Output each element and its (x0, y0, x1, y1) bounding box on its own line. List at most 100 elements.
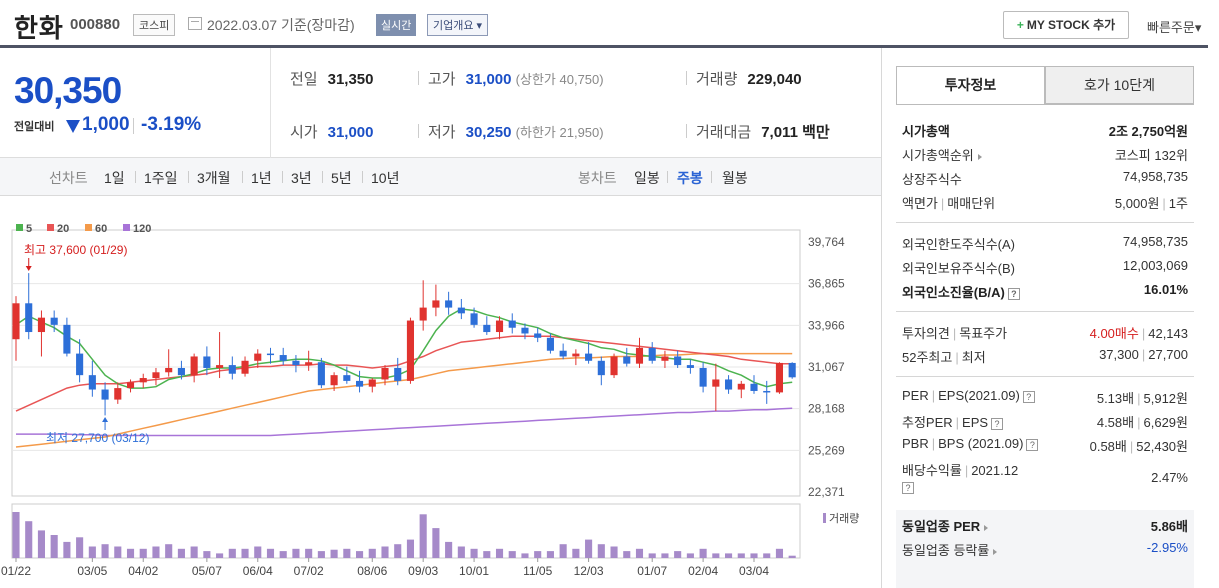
dividend-label: 배당수익률 | 2021.12 (902, 460, 1018, 479)
industry-per-row[interactable]: 동일업종 PER 5.86배 (902, 516, 1188, 538)
candle-body (432, 300, 440, 308)
period-5y[interactable]: 5년 (331, 168, 352, 188)
candle-body (483, 324, 491, 333)
legend-swatch (16, 224, 23, 231)
dividend-row: 배당수익률 | 2021.12 ? 2.47% (902, 460, 1188, 500)
opinion-value-2: 42,143 (1148, 326, 1188, 341)
par-value-1: 5,000원 (1114, 196, 1160, 211)
quick-order-dropdown[interactable]: 빠른주문▾ (1147, 17, 1201, 36)
mystock-add-button[interactable]: + MY STOCK 추가 (1003, 11, 1129, 39)
price-change: 1,000 (82, 114, 130, 135)
divider (242, 171, 243, 183)
per-value: 5.13배 | 5,912원 (1097, 388, 1188, 407)
volume-bar (228, 548, 236, 558)
candle-body (470, 313, 478, 325)
volume-bar (648, 553, 656, 558)
help-icon[interactable]: ? (1022, 390, 1035, 403)
volume-bar (76, 537, 84, 558)
candle-chart-label: 봉차트 (578, 170, 617, 186)
volume-bar (12, 512, 20, 558)
period-1y[interactable]: 1년 (251, 168, 272, 188)
x-tick-label: 03/04 (739, 564, 769, 578)
per-label-1: PER (902, 388, 929, 403)
legend-swatch (123, 224, 130, 231)
separator: | (931, 388, 936, 403)
help-icon[interactable]: ? (1007, 287, 1020, 300)
candle-body (330, 375, 338, 386)
industry-per-label-text: 동일업종 PER (902, 519, 981, 534)
tab-invest-info[interactable]: 투자정보 (896, 66, 1045, 104)
volume-bar (661, 553, 669, 558)
tab-orderbook[interactable]: 호가 10단계 (1045, 66, 1194, 104)
opinion-row: 투자의견 | 목표주가 4.00매수 | 42,143 (902, 323, 1188, 345)
legend-label: 5 (26, 223, 32, 235)
volume-bar (597, 544, 605, 558)
volume-bar (623, 551, 631, 558)
volume-bar (88, 546, 96, 558)
volume-bar (763, 553, 771, 558)
upper-limit: (상한가 40,750) (515, 72, 604, 87)
candle-body (508, 320, 516, 328)
industry-per-value: 5.86배 (1150, 519, 1188, 534)
amount-label: 거래대금 (696, 124, 752, 141)
tab-divider (896, 104, 1194, 105)
volume-bar (241, 548, 249, 558)
legend-swatch (85, 224, 92, 231)
min-annotation: 최저 27,700 (03/12) (46, 431, 149, 445)
volume-bar (114, 546, 122, 558)
ma20-line (15, 335, 793, 412)
period-3m[interactable]: 3개월 (197, 168, 231, 188)
period-1d[interactable]: 1일 (104, 168, 125, 188)
est-per-label: 추정PER | EPS? (902, 412, 1004, 431)
volume-bar (381, 546, 389, 558)
divider (135, 171, 136, 183)
stock-chart[interactable]: 39,764 36,865 33,966 31,067 28,168 25,269 22,3… (0, 196, 882, 588)
pbr-value-2: 52,430원 (1136, 439, 1188, 454)
help-icon[interactable]: ? (902, 482, 914, 494)
industry-rate-row[interactable]: 동일업종 등락률 -2.95% (902, 540, 1188, 562)
volume-bar (406, 539, 415, 558)
candle-body (203, 356, 211, 368)
volume-label: 거래량 (696, 71, 738, 88)
mktcap-rank-row[interactable]: 시가총액순위 코스피 132위 (902, 145, 1188, 167)
volume-bar (788, 555, 796, 558)
week52-label: 52주최고 | 최저 (902, 347, 986, 366)
candle-monthly[interactable]: 월봉 (722, 168, 748, 188)
candle-weekly[interactable]: 주봉 (677, 168, 703, 188)
period-10y[interactable]: 10년 (371, 168, 399, 188)
candle-body (88, 375, 96, 390)
volume-bar (139, 548, 147, 558)
candle-body (37, 317, 46, 333)
plus-icon: + (1016, 18, 1024, 32)
volume-bar (610, 546, 618, 558)
week52-label-1: 52주최고 (902, 350, 953, 365)
candle-body (63, 324, 71, 354)
candle-body (177, 367, 185, 376)
candle-body (305, 362, 313, 366)
listed-shares-row: 상장주식수 74,958,735 (902, 169, 1188, 191)
x-tick-label: 12/03 (574, 564, 604, 578)
volume-bar (216, 553, 224, 558)
volume-bar (330, 549, 338, 558)
y-tick-label: 31,067 (808, 360, 845, 374)
divider (282, 171, 283, 183)
realtime-button[interactable]: 실시간 (376, 14, 417, 36)
min-arrow-head (102, 417, 109, 422)
volume-bar (674, 551, 682, 558)
period-1w[interactable]: 1주일 (144, 168, 178, 188)
dividend-value: 2.47% (1151, 470, 1188, 485)
pbr-row: PBR | BPS (2021.09)? 0.58배 | 52,430원 (902, 436, 1188, 458)
candle-daily[interactable]: 일봉 (634, 168, 660, 188)
volume-bar (177, 548, 185, 558)
help-icon[interactable]: ? (991, 417, 1004, 430)
period-3y[interactable]: 3년 (291, 168, 312, 188)
candle-body (343, 375, 351, 381)
open-label: 시가 (290, 124, 318, 141)
candle-body (648, 347, 656, 361)
corp-info-dropdown[interactable]: 기업개요 ▾ (427, 14, 489, 36)
help-icon[interactable]: ? (1026, 438, 1039, 451)
industry-rate-value: -2.95% (1146, 540, 1188, 555)
volume-bar (203, 551, 211, 558)
volume-bar (725, 553, 733, 558)
candle-body (381, 367, 389, 380)
